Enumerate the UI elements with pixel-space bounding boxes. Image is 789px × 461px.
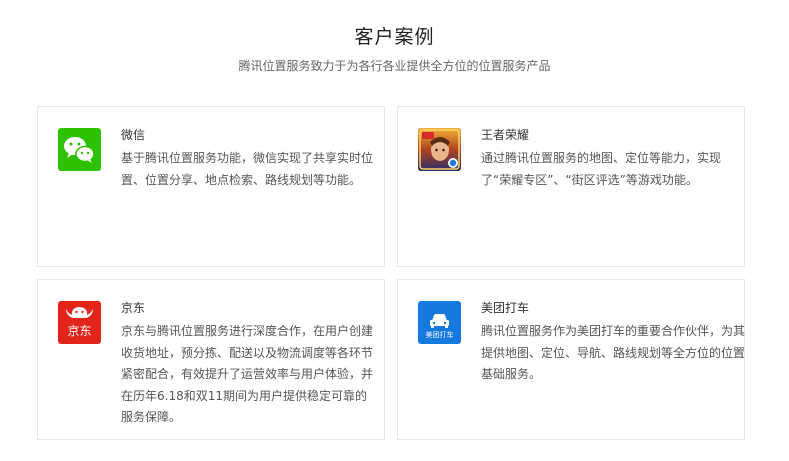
case-card-wechat[interactable]: 微信 基于腾讯位置服务功能，微信实现了共享实时位置、位置分享、地点检索、路线规划… bbox=[37, 106, 385, 267]
jd-logo-text: 京东 bbox=[67, 324, 91, 338]
section-subtitle: 腾讯位置服务致力于为各行各业提供全方位的位置服务产品 bbox=[238, 59, 551, 73]
wechat-logo-icon bbox=[58, 128, 101, 171]
case-name: 美团打车 bbox=[481, 301, 530, 315]
case-description: 通过腾讯位置服务的地图、定位等能力，实现了“荣耀专区”、“街区评选”等游戏功能。 bbox=[481, 151, 722, 187]
section-title: 客户案例 bbox=[354, 26, 435, 48]
customer-cases-section: 客户案例 腾讯位置服务致力于为各行各业提供全方位的位置服务产品 微信 基于腾讯位… bbox=[0, 0, 789, 461]
case-description: 京东与腾讯位置服务进行深度合作，在用户创建收货地址，预分拣、配送以及物流调度等各… bbox=[121, 324, 374, 424]
case-card-meituan-taxi[interactable]: 美团打车 美团打车 腾讯位置服务作为美团打车的重要合作伙伴，为其提供地图、定位、… bbox=[397, 279, 745, 440]
case-card-honor-of-kings[interactable]: 王者荣耀 通过腾讯位置服务的地图、定位等能力，实现了“荣耀专区”、“街区评选”等… bbox=[397, 106, 745, 267]
case-card-jd[interactable]: 京东 京东 京东与腾讯位置服务进行深度合作，在用户创建收货地址，预分拣、配送以及… bbox=[37, 279, 385, 440]
case-name: 京东 bbox=[121, 301, 146, 315]
jd-logo-icon: 京东 bbox=[58, 301, 101, 344]
case-name: 微信 bbox=[121, 128, 146, 142]
meituan-taxi-logo-icon: 美团打车 bbox=[418, 301, 461, 344]
case-name: 王者荣耀 bbox=[481, 128, 530, 142]
case-description: 腾讯位置服务作为美团打车的重要合作伙伴，为其提供地图、定位、导航、路线规划等全方… bbox=[481, 324, 746, 381]
honor-of-kings-logo-icon bbox=[418, 128, 461, 171]
case-description: 基于腾讯位置服务功能，微信实现了共享实时位置、位置分享、地点检索、路线规划等功能… bbox=[121, 151, 374, 187]
meituan-logo-text: 美团打车 bbox=[426, 330, 454, 339]
